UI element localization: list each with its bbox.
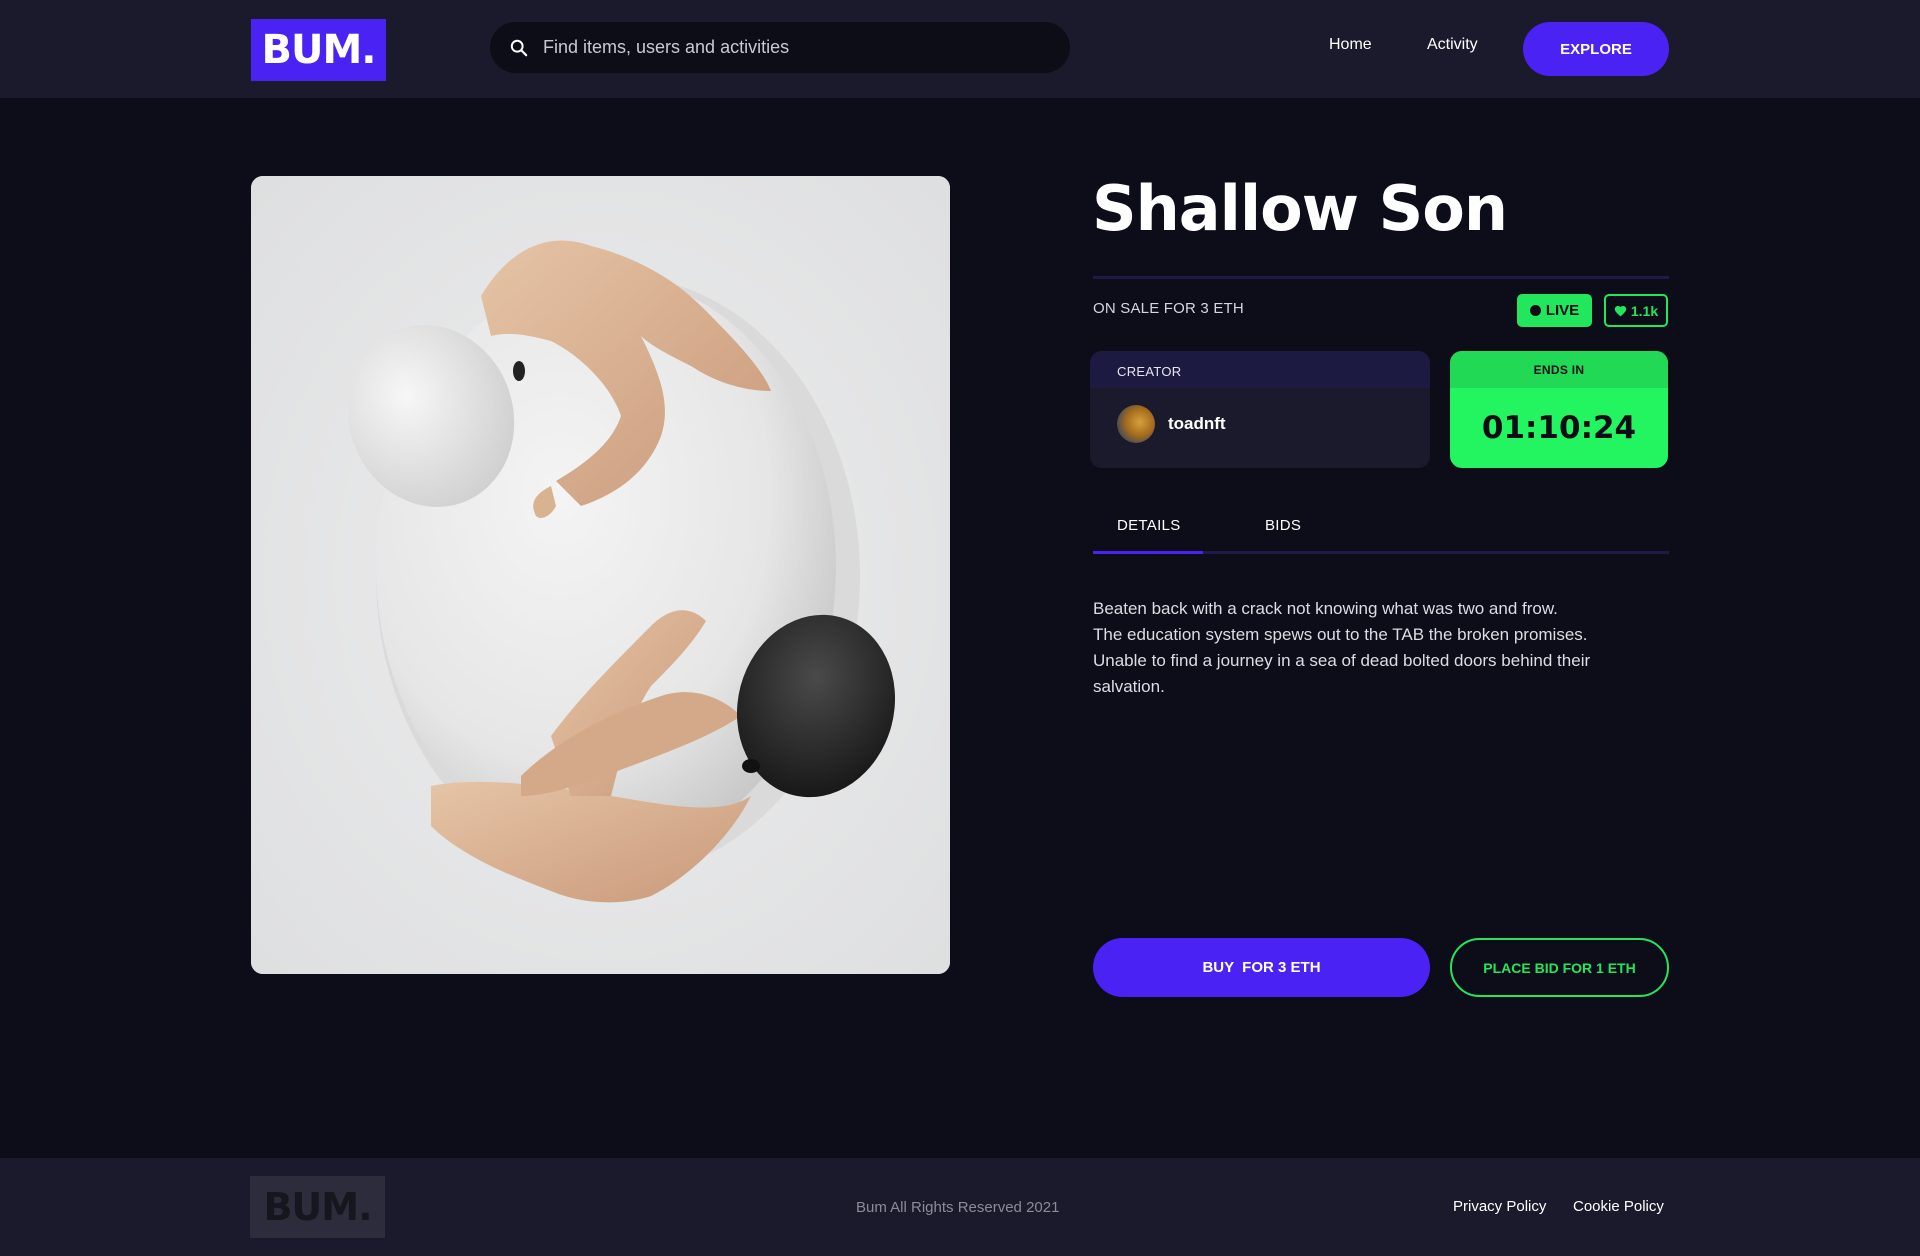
buy-button[interactable]: BUY FOR 3 ETH	[1093, 938, 1430, 997]
item-description: Beaten back with a crack not knowing wha…	[1093, 596, 1653, 700]
site-header: BUM. Home Activity EXPLORE	[0, 0, 1920, 98]
creator-name[interactable]: toadnft	[1168, 414, 1226, 434]
sale-price-text: ON SALE FOR 3 ETH	[1093, 300, 1244, 317]
nft-artwork-image	[251, 176, 950, 974]
heart-icon	[1614, 305, 1627, 316]
description-line: Beaten back with a crack not knowing wha…	[1093, 599, 1558, 618]
item-title: Shallow Son	[1092, 172, 1508, 245]
description-line: salvation.	[1093, 677, 1165, 696]
active-tab-indicator	[1093, 551, 1203, 554]
privacy-policy-link[interactable]: Privacy Policy	[1453, 1198, 1546, 1215]
creator-avatar[interactable]	[1117, 405, 1155, 443]
live-dot-icon	[1529, 305, 1541, 316]
copyright-text: Bum All Rights Reserved 2021	[856, 1199, 1060, 1216]
countdown-timer: 01:10:24	[1481, 410, 1637, 446]
tab-details[interactable]: DETAILS	[1117, 517, 1181, 534]
like-button[interactable]: 1.1k	[1604, 294, 1668, 327]
creator-label: CREATOR	[1090, 351, 1430, 388]
likes-count: 1.1k	[1630, 302, 1659, 319]
search-bar[interactable]	[490, 22, 1070, 73]
search-input[interactable]	[543, 37, 1070, 58]
description-line: The education system spews out to the TA…	[1093, 625, 1588, 644]
ends-in-label: ENDS IN	[1450, 351, 1668, 388]
footer-logo[interactable]: BUM.	[250, 1176, 385, 1238]
nav-home-link[interactable]: Home	[1329, 36, 1372, 54]
cookie-policy-link[interactable]: Cookie Policy	[1573, 1198, 1664, 1215]
nav-activity-link[interactable]: Activity	[1427, 36, 1478, 54]
description-line: Unable to find a journey in a sea of dea…	[1093, 651, 1591, 670]
title-divider	[1093, 276, 1669, 279]
auction-countdown: ENDS IN 01:10:24	[1450, 351, 1668, 468]
creator-card[interactable]: CREATOR toadnft	[1090, 351, 1430, 468]
explore-button[interactable]: EXPLORE	[1523, 22, 1669, 76]
place-bid-button[interactable]: PLACE BID FOR 1 ETH	[1450, 938, 1669, 997]
logo[interactable]: BUM.	[251, 19, 386, 81]
live-label: LIVE	[1545, 302, 1580, 319]
search-icon	[510, 39, 528, 56]
tab-bids[interactable]: BIDS	[1265, 517, 1301, 534]
live-status-badge: LIVE	[1517, 294, 1592, 327]
site-footer: BUM. Bum All Rights Reserved 2021 Privac…	[0, 1158, 1920, 1256]
